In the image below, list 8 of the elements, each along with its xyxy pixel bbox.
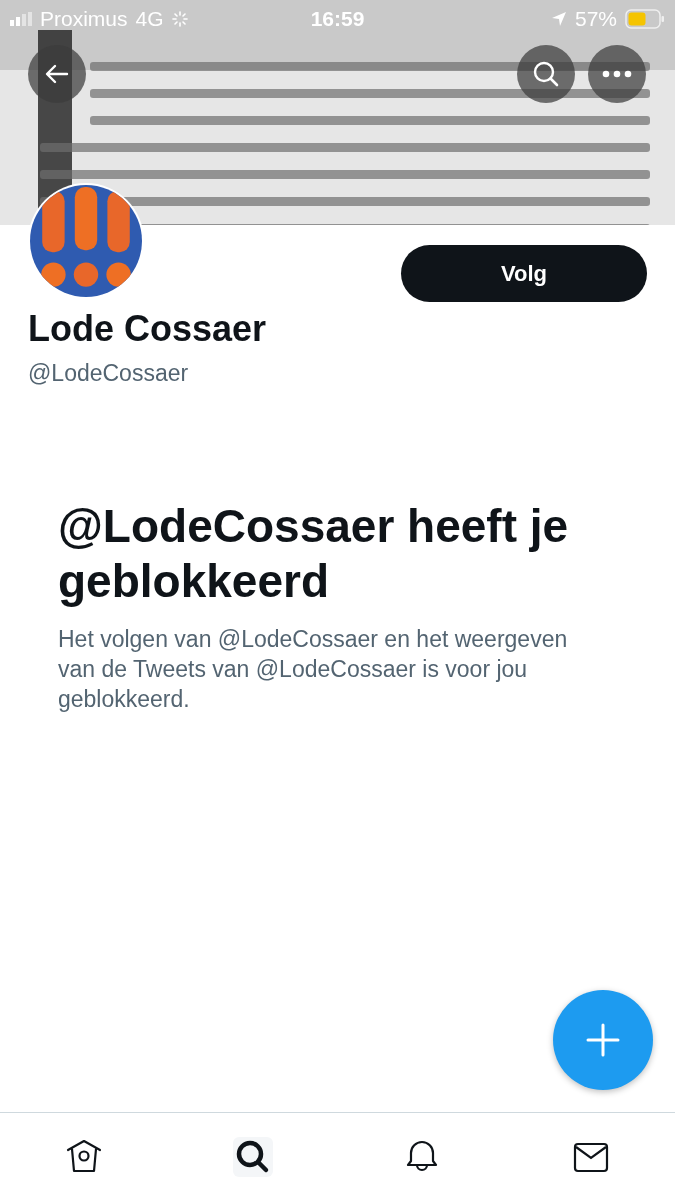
plus-icon: [585, 1022, 621, 1058]
profile-name: Lode Cossaer: [28, 308, 268, 350]
profile-handle: @LodeCossaer: [28, 360, 190, 387]
blocked-message: Het volgen van @LodeCossaer en het weergeven van de Tweets van @LodeCossaer is voor jou geblokkeerd.: [58, 625, 569, 715]
search-tab[interactable]: [233, 1137, 274, 1177]
blocked-title: @LodeCossaer heeft je geblokkeerd: [58, 499, 570, 610]
follow-button[interactable]: Volg: [401, 245, 647, 302]
compose-button[interactable]: [553, 990, 653, 1090]
